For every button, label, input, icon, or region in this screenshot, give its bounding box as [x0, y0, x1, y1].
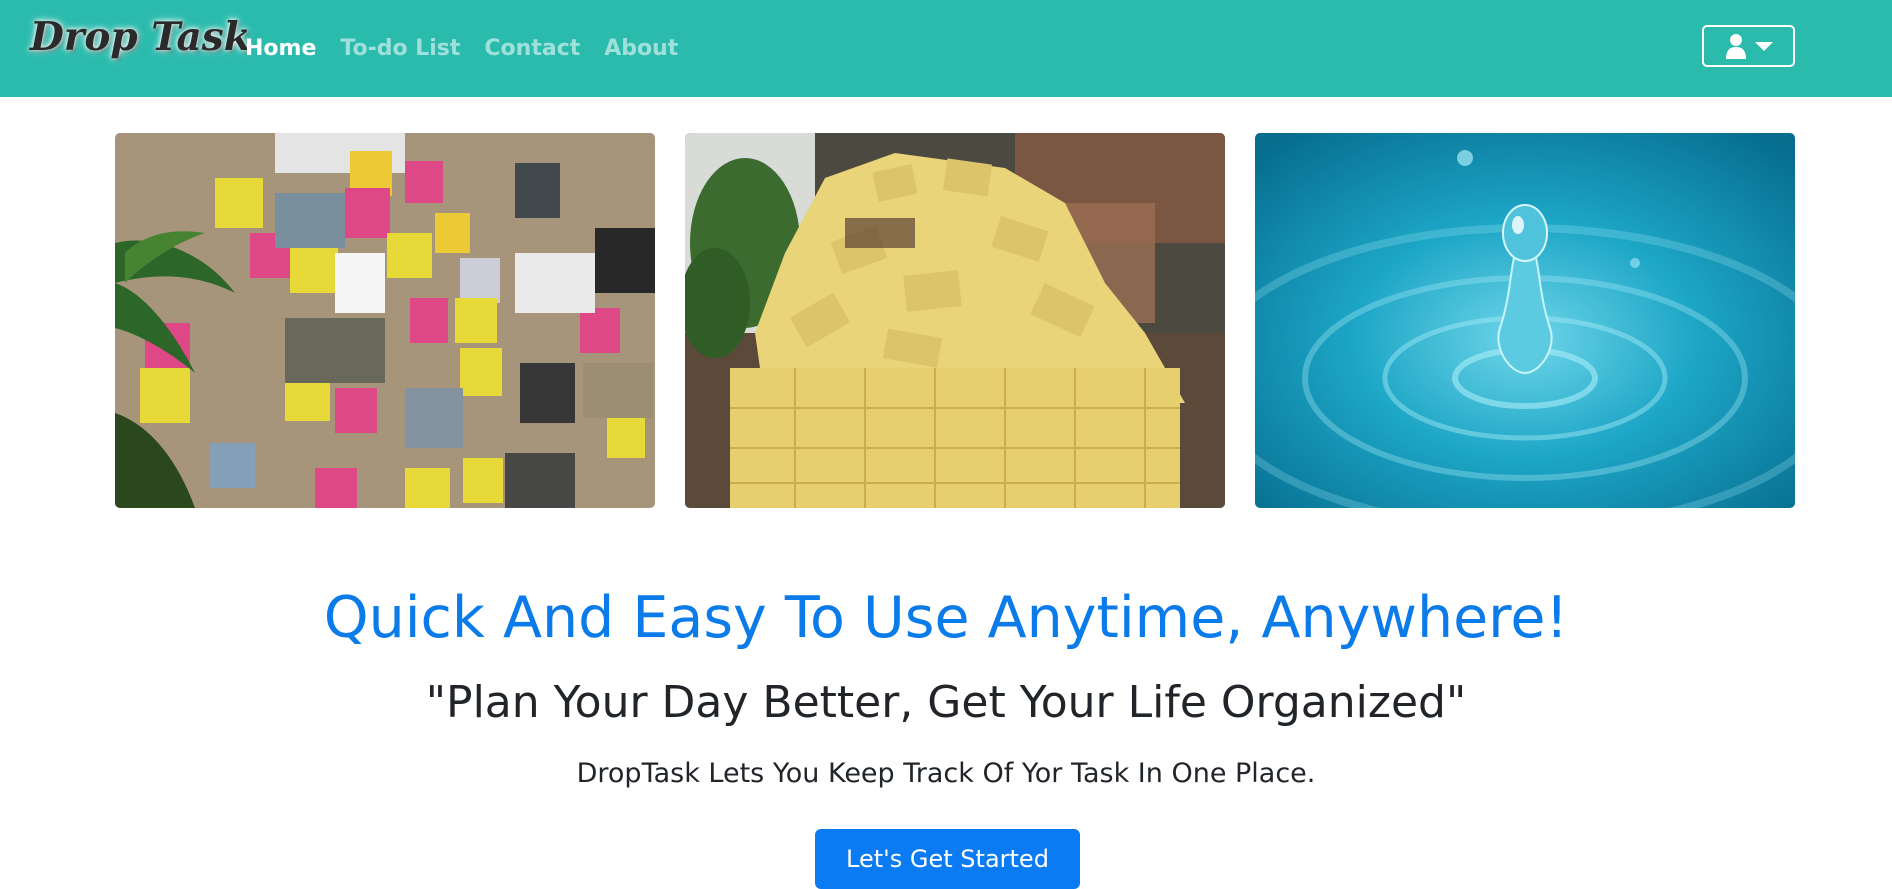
gallery-image-person-sticky-notes — [685, 133, 1225, 508]
user-icon — [1725, 34, 1746, 59]
nav-link-todo-list[interactable]: To-do List — [340, 36, 460, 61]
hero-lead-text: DropTask Lets You Keep Track Of Yor Task… — [576, 758, 1316, 789]
gallery-image-sticky-notes-board — [115, 133, 655, 508]
nav-link-about[interactable]: About — [604, 36, 678, 61]
navbar: Drop Task Home To-do List Contact About — [0, 0, 1892, 97]
nav-link-home[interactable]: Home — [245, 36, 316, 61]
nav-link-contact[interactable]: Contact — [484, 36, 580, 61]
caret-down-icon — [1754, 41, 1773, 51]
main-nav: Home To-do List Contact About — [245, 36, 702, 61]
hero-quote: "Plan Your Day Better, Get Your Life Org… — [425, 677, 1467, 728]
user-menu-button[interactable] — [1702, 25, 1795, 67]
get-started-button[interactable]: Let's Get Started — [815, 829, 1080, 889]
gallery-image-water-drop — [1255, 133, 1795, 508]
hero-headline: Quick And Easy To Use Anytime, Anywhere! — [323, 585, 1569, 651]
brand-logo[interactable]: Drop Task — [30, 14, 251, 60]
